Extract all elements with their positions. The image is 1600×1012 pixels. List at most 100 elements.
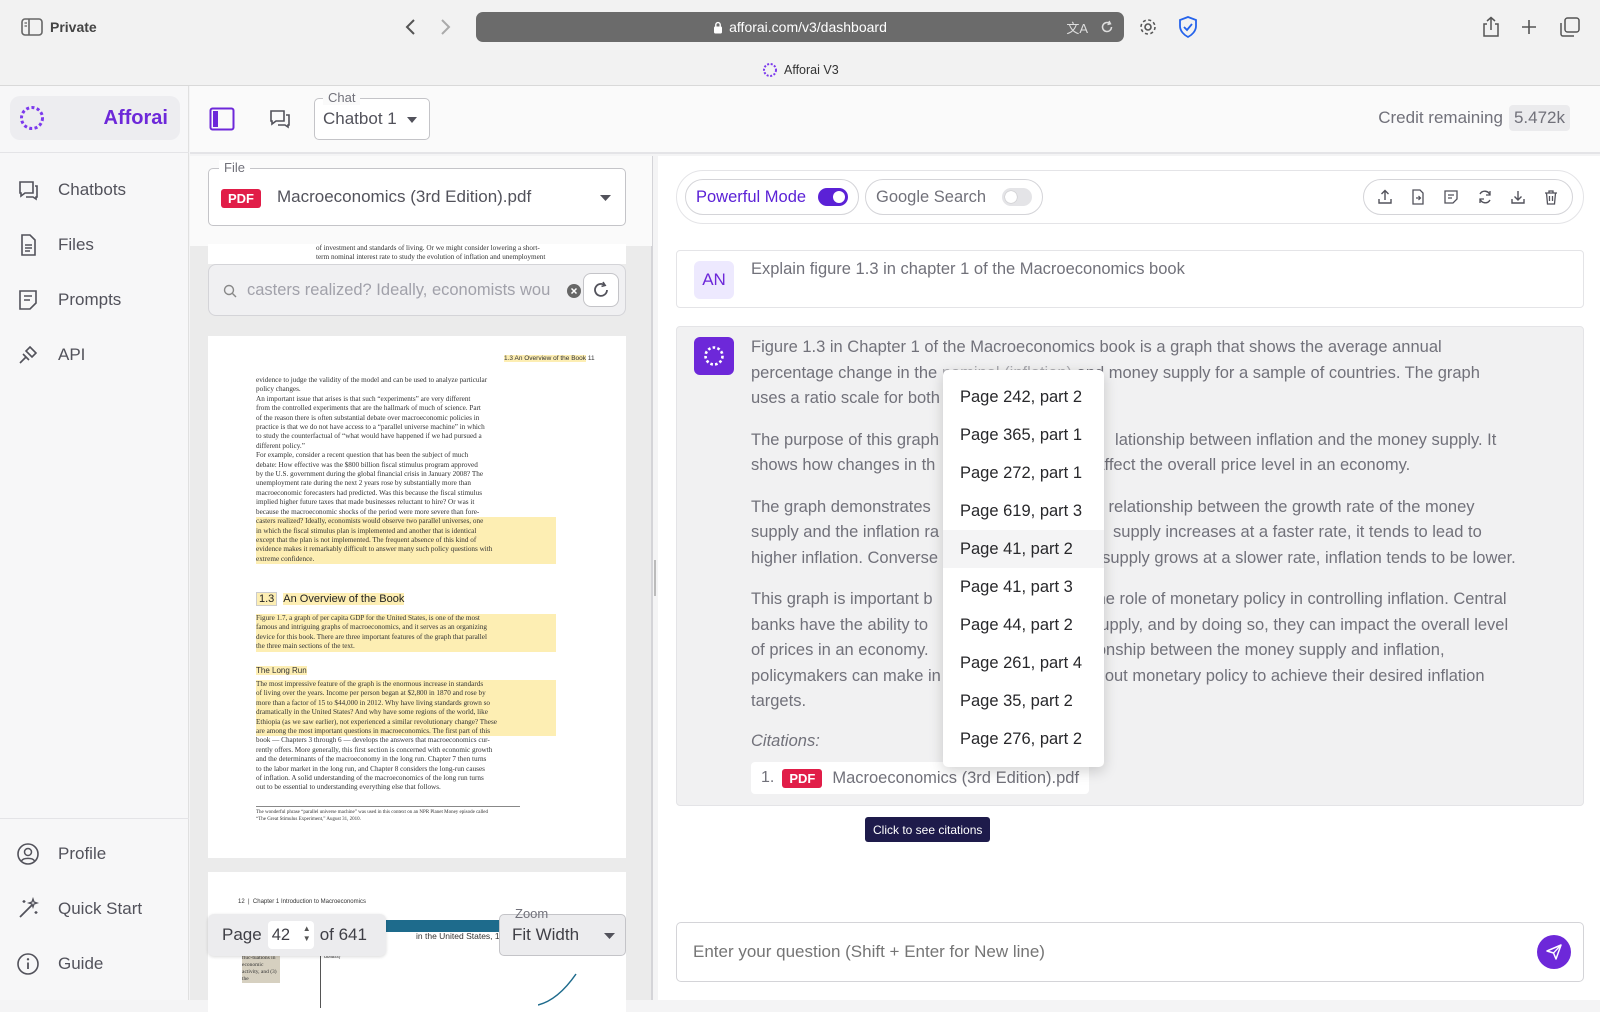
citation-page-item[interactable]: Page 276, part 2: [943, 720, 1104, 758]
sidebar-item-label: Prompts: [58, 290, 122, 309]
powerful-mode-switch[interactable]: [818, 188, 849, 206]
citation-file-name: Macroeconomics (3rd Edition).pdf: [832, 768, 1080, 787]
guide-icon: [17, 953, 39, 975]
sidebar-item-files[interactable]: Files: [0, 225, 189, 265]
sidebar-item-api[interactable]: API: [0, 335, 189, 375]
sidebar-item-profile[interactable]: Profile: [0, 834, 189, 874]
pdf-text-line: and the determinants of the macroeconomy…: [256, 755, 487, 764]
shield-icon[interactable]: [1176, 14, 1200, 40]
chat-input[interactable]: [693, 939, 1513, 965]
citation-page-item[interactable]: Page 272, part 1: [943, 454, 1104, 492]
resizer-handle[interactable]: [654, 560, 656, 596]
citation-tooltip: Click to see citations: [865, 817, 991, 842]
address-bar[interactable]: afforai.com/v3/dashboard 文A: [476, 12, 1124, 42]
file-select[interactable]: File PDF Macroeconomics (3rd Edition).pd…: [208, 160, 626, 226]
afforai-tab-icon: [763, 63, 777, 77]
files-icon: [21, 234, 36, 256]
translate-icon[interactable]: 文A: [1066, 18, 1088, 37]
pdf-text-line: rently offers. More generally, this firs…: [256, 745, 493, 754]
zoom-select[interactable]: Zoom Fit Width: [499, 906, 626, 956]
refresh-chat-button[interactable]: [1471, 180, 1499, 214]
switch-knob: [833, 191, 846, 203]
download-icon: [1511, 191, 1525, 204]
page-number-input[interactable]: 42: [272, 926, 290, 945]
clear-icon[interactable]: [567, 284, 581, 298]
pdf-text-line: Figure 1.7, a graph of per capita GDP fo…: [256, 614, 556, 624]
powerful-mode-label: Powerful Mode: [696, 187, 807, 206]
chevron-down-icon: [407, 117, 417, 123]
pdf-text-line: practice is that we do not have access t…: [256, 423, 485, 432]
stepper-arrows-icon[interactable]: ▲ ▼: [303, 924, 311, 944]
page-number-stepper[interactable]: 42 ▲ ▼: [267, 921, 314, 949]
pdf-text-line: more than a factor of 15 to $44,000 in 2…: [256, 698, 556, 709]
upload-button[interactable]: [1371, 180, 1399, 214]
pdf-text-line: in which the fiscal stimulus plan is imp…: [256, 526, 556, 536]
zoom-legend: Zoom: [515, 906, 549, 921]
sidebar-item-label: API: [58, 345, 86, 364]
chat-select-value: Chatbot 1: [323, 109, 397, 128]
lock-icon: [714, 21, 723, 33]
notes-button[interactable]: [1437, 180, 1465, 214]
pdf-search-input[interactable]: [247, 277, 563, 303]
citation-page-item[interactable]: Page 242, part 2: [943, 378, 1104, 416]
chat-toggle-icon[interactable]: [266, 105, 294, 133]
back-icon[interactable]: [400, 15, 420, 39]
figure-line: [538, 973, 577, 1006]
tab-overview-icon[interactable]: [1558, 15, 1582, 39]
chat-select[interactable]: Chat Chatbot 1: [314, 90, 430, 140]
reload-icon[interactable]: [1100, 20, 1114, 34]
google-search-switch[interactable]: [1002, 188, 1033, 206]
citation-page-item[interactable]: Page 619, part 3: [943, 492, 1104, 530]
running-head: 1.3 An Overview of the Book 11: [504, 355, 595, 362]
delete-button[interactable]: [1537, 180, 1565, 214]
send-button[interactable]: [1537, 935, 1571, 969]
trash-icon: [1545, 190, 1558, 205]
credit-value: 5.472k: [1508, 105, 1570, 131]
google-search-toggle[interactable]: Google Search: [865, 179, 1044, 215]
ai-message: Figure 1.3 in Chapter 1 of the Macroecon…: [676, 326, 1584, 806]
citation-page-item[interactable]: Page 261, part 4: [943, 644, 1104, 682]
share-icon[interactable]: [1480, 14, 1502, 40]
ai-message-body: Figure 1.3 in Chapter 1 of the Macroecon…: [751, 335, 1571, 794]
footnote-rule: [256, 806, 520, 807]
refresh-search-button[interactable]: [583, 273, 619, 307]
citation-page-item[interactable]: Page 35, part 2: [943, 682, 1104, 720]
export-file-button[interactable]: [1404, 180, 1432, 214]
prompts-icon: [19, 290, 37, 310]
new-tab-icon[interactable]: [1518, 15, 1540, 39]
citation-page-item[interactable]: Page 41, part 2: [943, 530, 1104, 568]
chevron-down-icon: [600, 195, 611, 201]
pdf-panel: File PDF Macroeconomics (3rd Edition).pd…: [190, 156, 652, 1012]
powerful-mode-toggle[interactable]: Powerful Mode: [685, 179, 860, 215]
sidebar-item-quick-start[interactable]: Quick Start: [0, 889, 189, 929]
brand[interactable]: Afforai: [10, 96, 180, 140]
citation-page-item[interactable]: Page 44, part 2: [943, 606, 1104, 644]
sidebar-item-label: Profile: [58, 844, 107, 863]
pdf-text-line: Ethiopia (as we saw earlier), not experi…: [256, 717, 556, 728]
profile-icon: [17, 843, 39, 865]
chat-legend: Chat: [323, 90, 361, 105]
forward-icon[interactable]: [436, 15, 456, 39]
afforai-logo-icon: [704, 346, 724, 366]
tab-title: Afforai V3: [784, 63, 839, 77]
citation-pages-menu: Page 242, part 2 Page 365, part 1 Page 272…: [943, 370, 1104, 767]
active-tab[interactable]: Afforai V3: [762, 62, 839, 78]
quick-start-icon: [19, 897, 40, 918]
pdf-text-line: of living over the years. Income per per…: [256, 689, 556, 699]
pdf-text-line: evidence to judge the validity of the mo…: [256, 376, 488, 384]
sidebar-item-prompts[interactable]: Prompts: [0, 280, 189, 320]
private-label: Private: [50, 19, 97, 35]
download-button[interactable]: [1504, 180, 1532, 214]
pdf-text-line: by the U.S. government during the global…: [256, 470, 484, 479]
settings-gear-icon[interactable]: [1136, 15, 1160, 39]
pdf-text-line: dramatically in the United States? And w…: [256, 708, 556, 718]
sidebar-toggle-icon[interactable]: [20, 16, 44, 38]
sidebar-item-chatbots[interactable]: Chatbots: [0, 170, 189, 210]
citations-label: Citations:: [751, 731, 820, 750]
panel-toggle-icon[interactable]: [208, 105, 236, 133]
pdf-search-box: [208, 264, 626, 316]
citation-page-item[interactable]: Page 41, part 3: [943, 568, 1104, 606]
sidebar-item-guide[interactable]: Guide: [0, 944, 189, 984]
page-total: of 641: [319, 925, 367, 944]
citation-page-item[interactable]: Page 365, part 1: [943, 416, 1104, 454]
